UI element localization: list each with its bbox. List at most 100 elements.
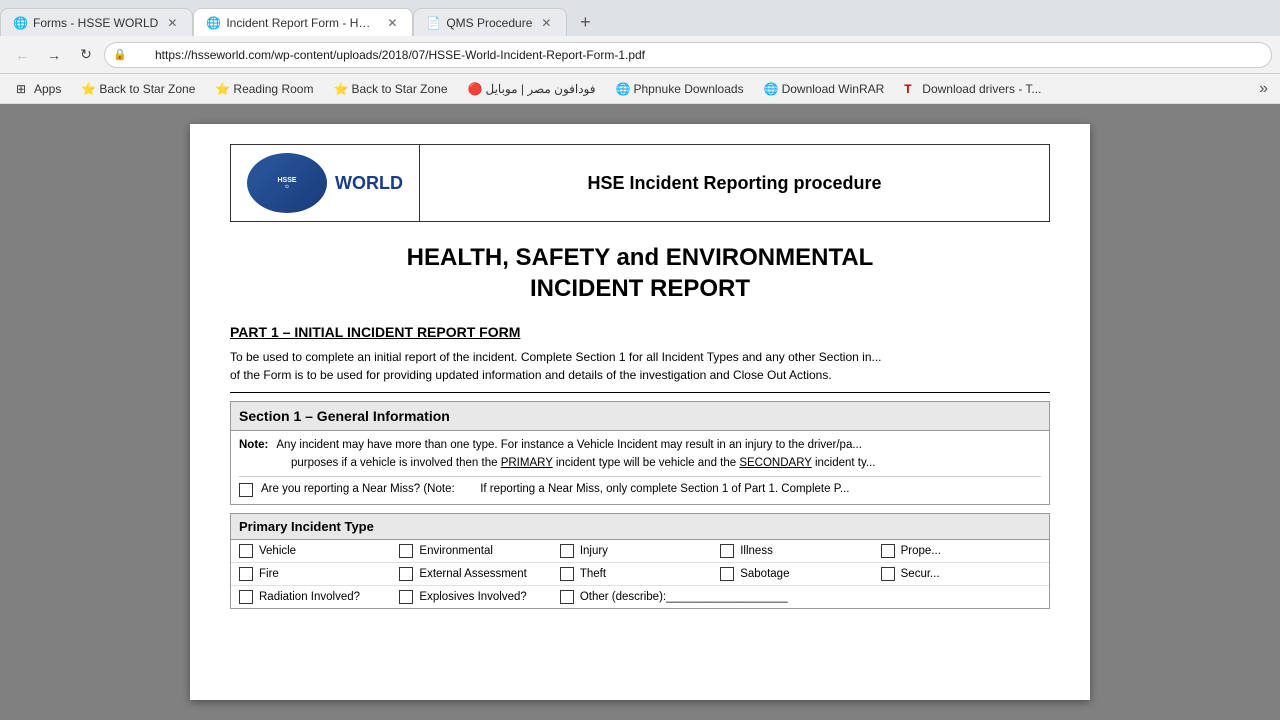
incident-illness: Illness: [720, 544, 880, 558]
note-row: Note: Any incident may have more than on…: [239, 437, 1041, 454]
incident-vehicle: Vehicle: [239, 544, 399, 558]
bookmark-phpnuke-label: Phpnuke Downloads: [634, 82, 744, 96]
bookmark-apps-label: Apps: [34, 82, 61, 96]
incident-other: Other (describe):___________________: [560, 590, 881, 604]
bookmark-vodafone[interactable]: 🔴 فودافون مصر | موبايل: [460, 80, 604, 98]
bookmark-reading-room-label: Reading Room: [233, 82, 313, 96]
explosives-checkbox[interactable]: [399, 590, 413, 604]
incident-property: Prope...: [881, 544, 1041, 558]
incident-row-2: Fire External Assessment Theft Sabotage …: [231, 563, 1049, 586]
incident-radiation: Radiation Involved?: [239, 590, 399, 604]
reading-room-icon: ⭐: [215, 82, 229, 96]
bookmark-winrar[interactable]: 🌐 Download WinRAR: [756, 80, 893, 98]
incident-security: Secur...: [881, 567, 1041, 581]
bookmark-drivers[interactable]: T Download drivers - T...: [896, 80, 1049, 98]
tab-bar: 🌐 Forms - HSSE WORLD ✕ 🌐 Incident Report…: [0, 0, 1280, 36]
lock-icon: 🔒: [113, 48, 127, 61]
injury-checkbox[interactable]: [560, 544, 574, 558]
explosives-label: Explosives Involved?: [419, 591, 526, 603]
external-checkbox[interactable]: [399, 567, 413, 581]
form-title-section: HEALTH, SAFETY and ENVIRONMENTAL INCIDEN…: [230, 242, 1050, 304]
pdf-header-title: HSE Incident Reporting procedure: [420, 163, 1049, 204]
phpnuke-icon: 🌐: [616, 82, 630, 96]
radiation-label: Radiation Involved?: [259, 591, 360, 603]
bookmark-winrar-label: Download WinRAR: [782, 82, 885, 96]
drivers-icon: T: [904, 82, 918, 96]
tab-incident-report[interactable]: 🌐 Incident Report Form - HSSE WO... ✕: [193, 8, 413, 36]
injury-label: Injury: [580, 545, 608, 557]
fire-checkbox[interactable]: [239, 567, 253, 581]
property-label: Prope...: [901, 545, 941, 557]
sabotage-checkbox[interactable]: [720, 567, 734, 581]
tab-label-3: QMS Procedure: [446, 16, 532, 30]
vehicle-checkbox[interactable]: [239, 544, 253, 558]
part1-rest: – INITIAL INCIDENT REPORT FORM: [279, 324, 521, 340]
tab-close-3[interactable]: ✕: [538, 15, 554, 31]
pdf-header: HSSE ⊙ WORLD HSE Incident Reporting proc…: [230, 144, 1050, 222]
pdf-page: HSSE ⊙ WORLD HSE Incident Reporting proc…: [190, 124, 1090, 700]
environmental-checkbox[interactable]: [399, 544, 413, 558]
incident-external: External Assessment: [399, 567, 559, 581]
hsse-logo: HSSE ⊙: [247, 153, 327, 213]
bookmark-star-zone-1-label: Back to Star Zone: [99, 82, 195, 96]
bookmark-apps[interactable]: ⊞ Apps: [8, 80, 69, 98]
incident-sabotage: Sabotage: [720, 567, 880, 581]
bookmarks-bar: ⊞ Apps ⭐ Back to Star Zone ⭐ Reading Roo…: [0, 74, 1280, 104]
incident-theft: Theft: [560, 567, 720, 581]
apps-icon: ⊞: [16, 82, 30, 96]
tab-close-1[interactable]: ✕: [164, 15, 180, 31]
world-logo-text: WORLD: [335, 173, 403, 194]
near-miss-checkbox[interactable]: [239, 483, 253, 497]
incident-fire: Fire: [239, 567, 399, 581]
section1-content: Note: Any incident may have more than on…: [231, 431, 1049, 504]
part1-title: PART 1 – INITIAL INCIDENT REPORT FORM: [230, 324, 1050, 342]
bookmark-star-zone-1[interactable]: ⭐ Back to Star Zone: [73, 80, 203, 98]
illness-checkbox[interactable]: [720, 544, 734, 558]
section1-header: Section 1 – General Information: [231, 402, 1049, 431]
vehicle-label: Vehicle: [259, 545, 296, 557]
form-main-title-line1: HEALTH, SAFETY and ENVIRONMENTAL: [230, 242, 1050, 273]
illness-label: Illness: [740, 545, 773, 557]
near-miss-row: Are you reporting a Near Miss? (Note: If…: [239, 476, 1041, 498]
reload-button[interactable]: ↻: [72, 41, 100, 69]
tab-label-2: Incident Report Form - HSSE WO...: [226, 16, 378, 30]
form-description: To be used to complete an initial report…: [230, 348, 1050, 393]
tab-favicon-1: 🌐: [13, 16, 27, 30]
address-text: https://hsseworld.com/wp-content/uploads…: [135, 42, 1241, 68]
bookmark-reading-room[interactable]: ⭐ Reading Room: [207, 80, 321, 98]
incident-row-3: Radiation Involved? Explosives Involved?…: [231, 586, 1049, 608]
address-bar-container: 🔒 https://hsseworld.com/wp-content/uploa…: [104, 42, 1272, 68]
incident-explosives: Explosives Involved?: [399, 590, 559, 604]
section1-box: Section 1 – General Information Note: An…: [230, 401, 1050, 505]
tab-qms[interactable]: 📄 QMS Procedure ✕: [413, 8, 567, 36]
radiation-checkbox[interactable]: [239, 590, 253, 604]
tab-favicon-3: 📄: [426, 16, 440, 30]
forward-button[interactable]: →: [40, 41, 68, 69]
property-checkbox[interactable]: [881, 544, 895, 558]
security-checkbox[interactable]: [881, 567, 895, 581]
tab-forms-hsse[interactable]: 🌐 Forms - HSSE WORLD ✕: [0, 8, 193, 36]
incident-injury: Injury: [560, 544, 720, 558]
bookmark-star-zone-2[interactable]: ⭐ Back to Star Zone: [325, 80, 455, 98]
new-tab-button[interactable]: +: [571, 8, 599, 36]
incident-type-box: Primary Incident Type Vehicle Environmen…: [230, 513, 1050, 609]
incident-environmental: Environmental: [399, 544, 559, 558]
incident-row-1: Vehicle Environmental Injury Illness Pro…: [231, 540, 1049, 563]
part1-text: PART 1 – INITIAL INCIDENT REPORT FORM: [230, 324, 520, 340]
bookmark-drivers-label: Download drivers - T...: [922, 82, 1041, 96]
security-label: Secur...: [901, 568, 940, 580]
external-label: External Assessment: [419, 568, 526, 580]
bookmark-phpnuke[interactable]: 🌐 Phpnuke Downloads: [608, 80, 752, 98]
address-bar[interactable]: 🔒 https://hsseworld.com/wp-content/uploa…: [104, 42, 1272, 68]
note-label: Note:: [239, 437, 268, 454]
environmental-label: Environmental: [419, 545, 493, 557]
nav-bar: ← → ↻ 🔒 https://hsseworld.com/wp-content…: [0, 36, 1280, 74]
back-button[interactable]: ←: [8, 41, 36, 69]
theft-checkbox[interactable]: [560, 567, 574, 581]
tab-close-2[interactable]: ✕: [384, 15, 400, 31]
other-checkbox[interactable]: [560, 590, 574, 604]
more-bookmarks-button[interactable]: »: [1255, 78, 1272, 100]
bookmark-vodafone-label: فودافون مصر | موبايل: [486, 82, 596, 96]
star-icon-2: ⭐: [333, 82, 347, 96]
form-main-title-line2: INCIDENT REPORT: [230, 273, 1050, 304]
